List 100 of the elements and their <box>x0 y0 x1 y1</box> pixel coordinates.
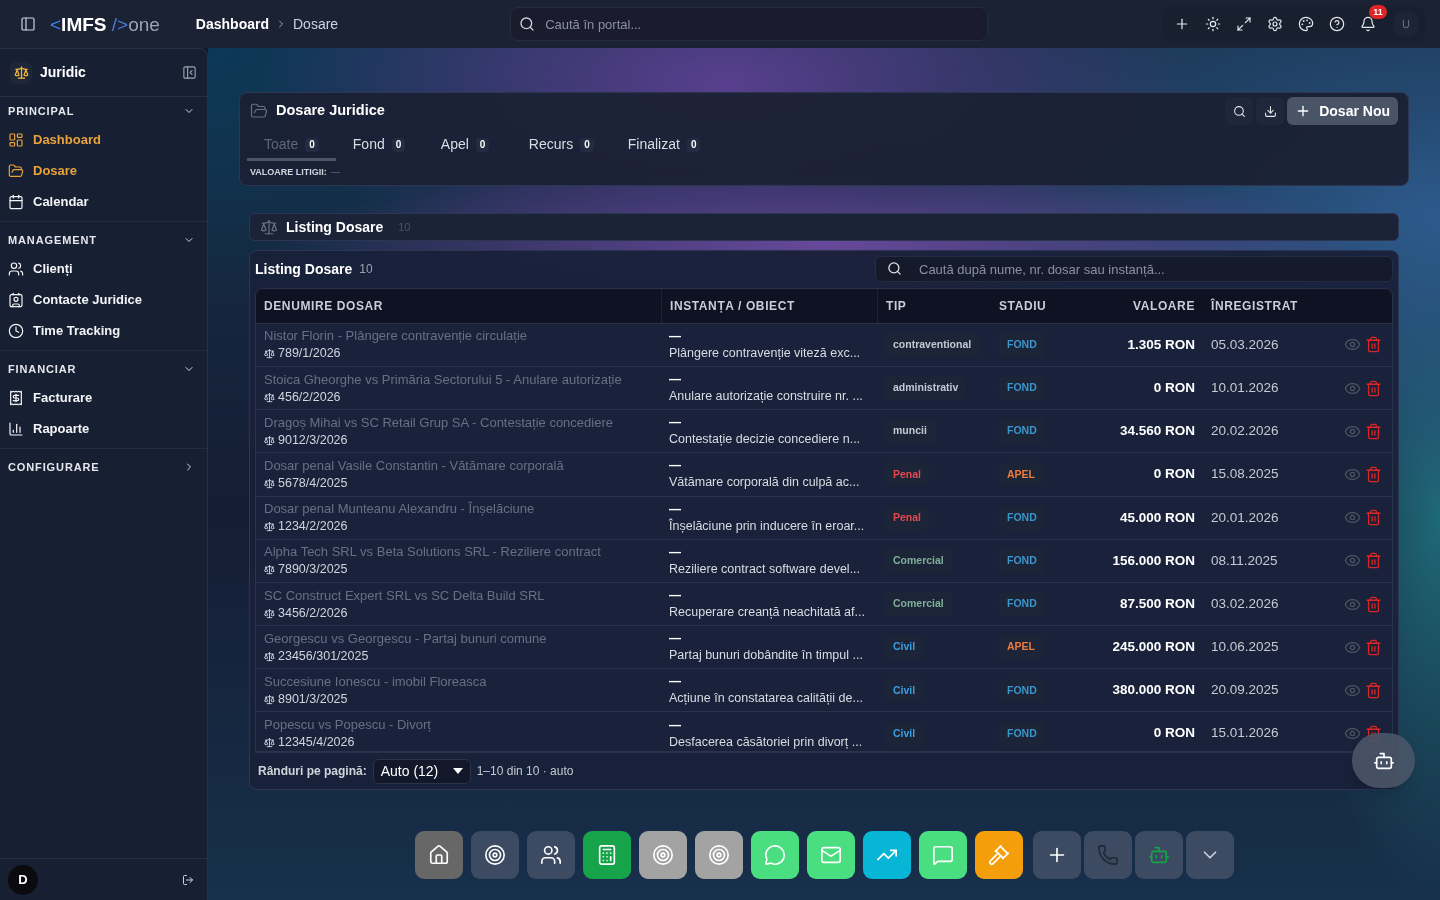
folder-icon <box>250 102 268 120</box>
court-value: — <box>669 372 681 388</box>
case-number: 23456/301/2025 <box>278 648 369 664</box>
breadcrumb-current: Dosare <box>293 14 339 34</box>
section-header[interactable]: CONFIGURARE <box>0 454 207 480</box>
dock-button[interactable] <box>526 831 575 879</box>
settings-icon <box>1266 16 1283 32</box>
page-size-select[interactable]: Auto (12) <box>372 758 471 784</box>
expand-icon <box>1235 16 1252 32</box>
section-header[interactable]: PRINCIPAL <box>0 98 207 124</box>
delete-icon[interactable] <box>1365 422 1382 440</box>
scale-icon <box>264 391 275 403</box>
case-name: Dragoș Mihai vs SC Retail Grup SA - Contestație concediere <box>264 414 614 431</box>
new-case-button[interactable]: Dosar Nou <box>1287 97 1398 125</box>
dock-button[interactable] <box>862 831 911 879</box>
dock-button[interactable] <box>750 831 799 879</box>
sidebar-item[interactable]: Contacte Juridice <box>0 284 207 315</box>
filter-tab[interactable]: Fond 0 <box>335 131 424 161</box>
column-header[interactable]: VALOARE <box>1133 296 1195 315</box>
message-icon <box>931 844 954 866</box>
delete-icon[interactable] <box>1365 595 1382 613</box>
search-button[interactable] <box>1225 97 1254 125</box>
case-name: Georgescu vs Georgescu - Partaj bunuri comune <box>264 630 548 647</box>
dock-button[interactable] <box>638 831 687 879</box>
summary-value: — <box>330 166 340 179</box>
dock-button[interactable] <box>694 831 743 879</box>
dashboard-icon <box>8 131 24 148</box>
registered-date: 20.02.2026 <box>1211 422 1279 441</box>
column-header[interactable]: INSTANȚA / OBIECT <box>670 296 795 315</box>
dock-button[interactable] <box>918 831 967 879</box>
dock-button[interactable] <box>582 831 631 879</box>
delete-icon[interactable] <box>1365 465 1382 483</box>
case-number: 789/1/2026 <box>278 346 341 362</box>
dock-button[interactable] <box>470 831 519 879</box>
sidebar-item[interactable]: Dashboard <box>0 124 207 155</box>
section-header[interactable]: MANAGEMENT <box>0 227 207 253</box>
portal-search-field[interactable]: Caută în portal... <box>510 7 989 41</box>
delete-icon[interactable] <box>1365 379 1382 397</box>
scale-icon <box>264 521 275 533</box>
search-icon <box>887 261 902 277</box>
column-header[interactable]: ÎNREGISTRAT <box>1211 296 1299 315</box>
case-value: 0 RON <box>1153 378 1195 397</box>
sidebar-item[interactable]: Time Tracking <box>0 315 207 346</box>
court-value: — <box>669 717 681 733</box>
sun-icon <box>1204 16 1221 32</box>
sidebar-item[interactable]: Facturare <box>0 382 207 413</box>
scale-icon <box>264 737 275 749</box>
column-header[interactable]: STADIU <box>999 296 1047 315</box>
assistant-button[interactable] <box>1352 733 1415 788</box>
filter-tab[interactable]: Finalizat 0 <box>610 131 718 161</box>
delete-icon[interactable] <box>1365 509 1382 527</box>
home-icon <box>427 844 450 866</box>
dock-button[interactable] <box>806 831 855 879</box>
chat-bubble-icon <box>763 844 786 866</box>
rows-per-page-label: Rânduri pe pagină: <box>258 763 367 781</box>
registered-date: 15.08.2025 <box>1211 465 1279 484</box>
table-row[interactable]: Popescu vs Popescu - Divorț 12345/4/2026 — Desfacerea căsătoriei prin divorț ... Civil FOND 0 RON 15.01.2026 <box>256 711 1392 752</box>
column-header[interactable]: DENUMIRE DOSAR <box>264 296 384 315</box>
court-value: — <box>669 631 681 647</box>
scale-icon <box>260 218 278 236</box>
filter-tab[interactable]: Apel 0 <box>423 131 512 161</box>
dock-button[interactable] <box>1032 831 1081 879</box>
sidebar-item[interactable]: Dosare <box>0 155 207 186</box>
collapse-sidebar-icon[interactable] <box>182 65 197 80</box>
breadcrumb-link[interactable]: Dashboard <box>195 13 269 35</box>
logout-icon[interactable] <box>182 873 194 886</box>
sidebar-item[interactable]: Rapoarte <box>0 413 207 444</box>
case-search-field[interactable]: Caută după nume, nr. dosar sau instanță... <box>875 256 1393 283</box>
column-header[interactable]: TIP <box>886 296 907 315</box>
case-object: Vătămare corporală din culpă ac... <box>669 474 861 491</box>
filter-tab[interactable]: Toate 0 <box>247 131 336 161</box>
registered-date: 05.03.2026 <box>1211 335 1279 354</box>
sidebar-toggle-icon[interactable] <box>20 16 36 32</box>
section-header[interactable]: FINANCIAR <box>0 356 207 382</box>
users-icon <box>8 260 24 277</box>
contact-card-icon <box>8 291 24 308</box>
delete-icon[interactable] <box>1365 638 1382 656</box>
delete-icon[interactable] <box>1365 681 1382 699</box>
scale-icon <box>264 477 275 489</box>
gavel-icon <box>987 844 1010 866</box>
user-avatar[interactable]: D <box>8 864 38 895</box>
sidebar-item[interactable]: Calendar <box>0 186 207 217</box>
bar-title: Listing Dosare <box>286 217 384 237</box>
court-value: — <box>669 415 681 431</box>
case-name: Succesiune Ionescu - imobil Floreasca <box>264 673 488 690</box>
users-icon <box>539 844 562 866</box>
scale-icon <box>264 650 275 662</box>
filter-tab[interactable]: Recurs 0 <box>511 131 611 161</box>
case-name: Nistor Florin - Plângere contravenție circulație <box>264 328 528 345</box>
case-object: Acțiune în constatarea calității de... <box>669 690 864 707</box>
palette-icon <box>1297 16 1314 32</box>
logo[interactable]: <IMFS />one <box>50 14 160 34</box>
sidebar-item[interactable]: Clienți <box>0 253 207 284</box>
download-button[interactable] <box>1256 97 1285 125</box>
dock-button[interactable] <box>414 831 463 879</box>
target-icon <box>651 844 674 866</box>
dock-button[interactable] <box>974 831 1023 879</box>
delete-icon[interactable] <box>1365 336 1382 354</box>
delete-icon[interactable] <box>1365 552 1382 570</box>
court-value: — <box>669 458 681 474</box>
